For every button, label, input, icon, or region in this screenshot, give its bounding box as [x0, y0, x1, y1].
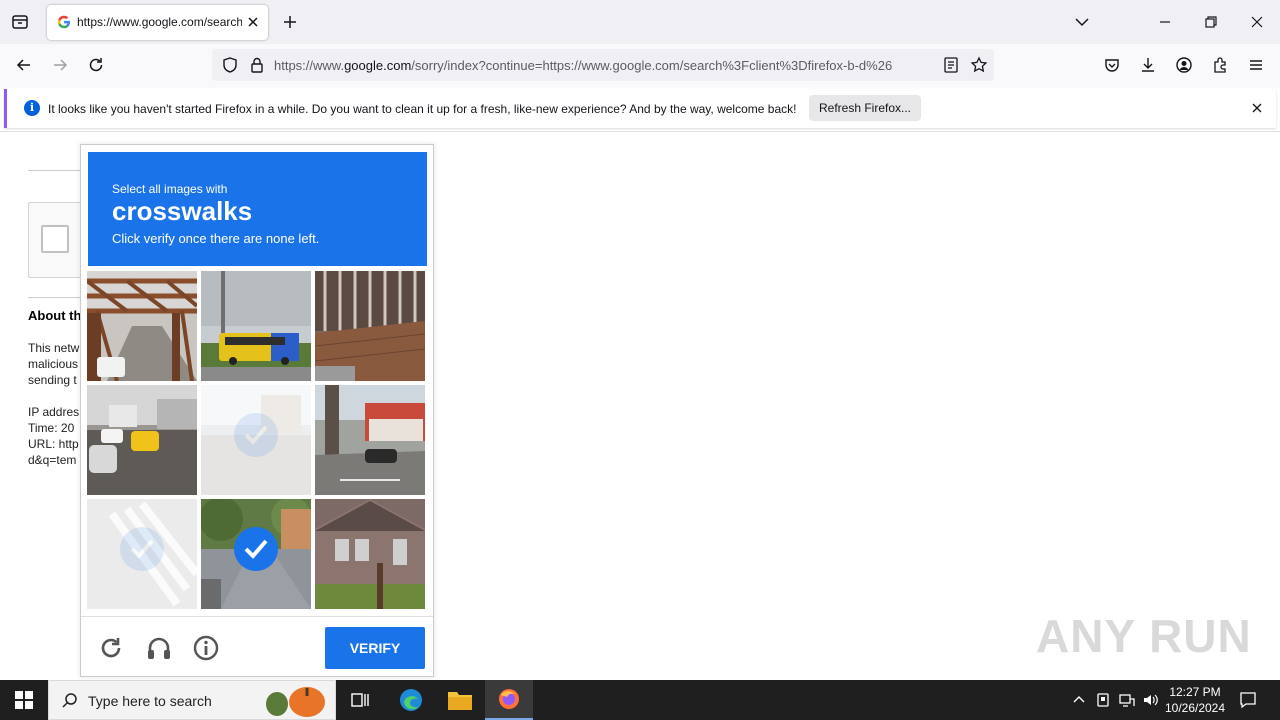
tray-device-icon[interactable] [1094, 691, 1112, 709]
captcha-tile-street-cars[interactable] [87, 385, 197, 495]
lock-icon[interactable] [247, 55, 267, 75]
windows-taskbar: Type here to search 12:27 PM 10/26/2024 [0, 680, 1280, 720]
search-highlight-pumpkin-icon [266, 687, 325, 717]
anyrun-watermark: ANY RUN [1036, 610, 1252, 662]
menu-hamburger-icon[interactable] [1246, 55, 1266, 75]
reload-challenge-icon[interactable] [97, 634, 125, 662]
selected-check-icon [234, 413, 278, 457]
window-close-icon[interactable] [1247, 12, 1267, 32]
captcha-tile-building-wall[interactable] [315, 271, 425, 381]
extensions-icon[interactable] [1210, 55, 1230, 75]
notification-message: It looks like you haven't started Firefo… [48, 102, 797, 116]
new-tab-icon[interactable] [280, 12, 300, 32]
notification-center-icon[interactable] [1238, 690, 1258, 710]
info-line: IP addres [28, 405, 80, 419]
audio-challenge-icon[interactable] [145, 634, 173, 662]
recaptcha-checkbox[interactable] [41, 225, 69, 253]
tab-bar: https://www.google.com/search [0, 0, 1280, 44]
address-bar[interactable]: https://www.google.com/sorry/index?conti… [212, 49, 994, 81]
info-line: URL: http [28, 437, 79, 451]
captcha-tile-street-corner[interactable] [315, 385, 425, 495]
tracking-protection-shield-icon[interactable] [220, 55, 240, 75]
challenge-footer: VERIFY [81, 616, 433, 676]
pocket-icon[interactable] [1102, 55, 1122, 75]
captcha-tile-crosswalk-faded[interactable] [87, 499, 197, 609]
url-domain: google.com [344, 58, 412, 73]
list-tabs-chevron-icon[interactable] [1072, 12, 1092, 32]
tray-overflow-chevron-icon[interactable] [1070, 691, 1088, 709]
restore-icon[interactable] [1201, 12, 1221, 32]
google-favicon-icon [57, 15, 70, 29]
url-path: /sorry/index?continue=https://www.google… [411, 58, 893, 73]
verify-button[interactable]: VERIFY [325, 627, 425, 669]
recaptcha-challenge-dialog: Select all images with crosswalks Click … [80, 144, 434, 677]
minimize-icon[interactable] [1155, 12, 1175, 32]
system-clock[interactable]: 12:27 PM 10/26/2024 [1160, 684, 1230, 716]
challenge-target: crosswalks [112, 196, 253, 226]
edge-browser-icon[interactable] [398, 687, 424, 713]
challenge-subinstruction: Click verify once there are none left. [112, 231, 320, 246]
info-icon: i [24, 100, 40, 116]
network-icon[interactable] [1118, 691, 1136, 709]
captcha-tile-bus[interactable] [201, 271, 311, 381]
task-view-icon[interactable] [350, 690, 370, 710]
url-text[interactable]: https://www.google.com/sorry/index?conti… [274, 58, 938, 73]
bookmark-star-icon[interactable] [969, 55, 989, 75]
search-icon [62, 693, 77, 708]
clock-date: 10/26/2024 [1164, 701, 1226, 715]
firefox-icon [499, 689, 519, 709]
challenge-instruction: Select all images with [112, 182, 228, 196]
firefox-view-icon[interactable] [10, 12, 30, 32]
info-line: malicious [28, 357, 79, 371]
refresh-firefox-button[interactable]: Refresh Firefox... [809, 95, 921, 121]
file-explorer-icon[interactable] [447, 688, 473, 712]
recaptcha-anchor-box [28, 202, 88, 278]
tab-close-icon[interactable] [244, 13, 262, 31]
volume-icon[interactable] [1142, 691, 1160, 709]
back-icon[interactable] [14, 55, 34, 75]
selected-check-icon [120, 527, 164, 571]
reload-icon[interactable] [86, 55, 106, 75]
account-icon[interactable] [1174, 55, 1194, 75]
captcha-tile-street-trees[interactable] [201, 499, 311, 609]
about-heading: About th [28, 308, 82, 323]
captcha-tile-bridge[interactable] [87, 271, 197, 381]
taskbar-search-box[interactable]: Type here to search [48, 680, 336, 720]
challenge-header: Select all images with crosswalks Click … [88, 152, 427, 266]
info-line: Time: 20 [28, 421, 75, 435]
active-tab[interactable]: https://www.google.com/search [47, 5, 268, 40]
notification-bar: i It looks like you haven't started Fire… [4, 89, 1276, 128]
captcha-tile-faded[interactable] [201, 385, 311, 495]
reader-view-icon[interactable] [941, 55, 961, 75]
divider [28, 297, 88, 298]
captcha-tile-house[interactable] [315, 499, 425, 609]
selected-check-icon [234, 527, 278, 571]
search-placeholder: Type here to search [88, 693, 212, 709]
firefox-taskbar-button[interactable] [485, 680, 533, 720]
forward-icon[interactable] [50, 55, 70, 75]
notification-close-icon[interactable] [1250, 101, 1264, 115]
clock-time: 12:27 PM [1169, 685, 1221, 699]
help-info-icon[interactable] [192, 634, 220, 662]
divider [28, 170, 88, 171]
url-prefix: https://www. [274, 58, 345, 73]
info-line: This netw [28, 341, 80, 355]
downloads-icon[interactable] [1138, 55, 1158, 75]
info-line: sending t [28, 373, 77, 387]
navigation-toolbar: https://www.google.com/sorry/index?conti… [0, 44, 1280, 88]
info-line: d&q=tem [28, 453, 77, 467]
tab-title: https://www.google.com/search [77, 15, 242, 29]
windows-start-icon[interactable] [15, 691, 33, 709]
